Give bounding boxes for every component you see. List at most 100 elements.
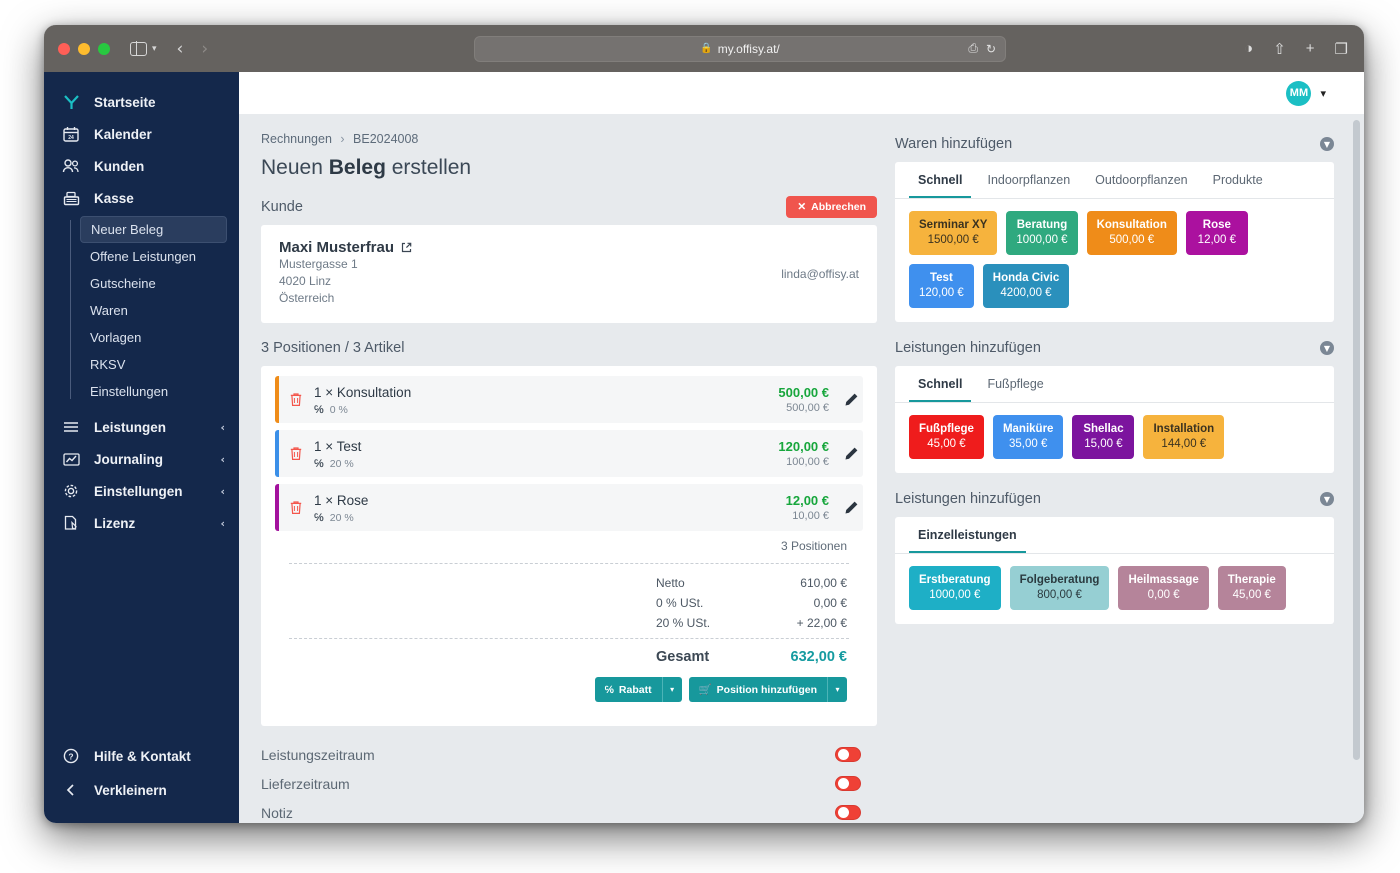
sidebar-subitem-offene-leistungen[interactable]: Offene Leistungen xyxy=(80,243,227,270)
chevron-left-icon[interactable]: ‹ xyxy=(220,421,225,434)
maximize-window-button[interactable] xyxy=(98,43,110,55)
address-bar[interactable]: 🔒 my.offisy.at/ ⎙ ↻ xyxy=(474,36,1006,62)
tab-overview-icon[interactable]: ❐ xyxy=(1335,40,1348,58)
product-tile[interactable]: Honda Civic 4200,00 € xyxy=(983,264,1069,308)
product-tile[interactable]: Test 120,00 € xyxy=(909,264,974,308)
tile-price: 1500,00 € xyxy=(919,233,987,248)
service-tile[interactable]: Erstberatung 1000,00 € xyxy=(909,566,1001,610)
edit-icon[interactable] xyxy=(844,392,859,407)
notiz-toggle[interactable] xyxy=(835,805,861,820)
tab-schnell[interactable]: Schnell xyxy=(909,366,971,402)
product-tile[interactable]: Konsultation 500,00 € xyxy=(1087,211,1177,255)
external-link-icon[interactable] xyxy=(401,242,412,253)
forward-button[interactable]: › xyxy=(201,39,208,59)
tile-price: 35,00 € xyxy=(1003,437,1054,452)
close-window-button[interactable] xyxy=(58,43,70,55)
sidebar-toggle-icon[interactable]: ▾ xyxy=(130,42,157,56)
product-tile[interactable]: Serminar XY 1500,00 € xyxy=(909,211,997,255)
table-row[interactable]: 1 × Rose ℅ 20 % 12,00 € 10,00 € xyxy=(275,484,863,531)
sidebar-subitem-waren[interactable]: Waren xyxy=(80,297,227,324)
add-position-button[interactable]: 🛒 Position hinzufügen xyxy=(689,677,827,702)
minimize-window-button[interactable] xyxy=(78,43,90,55)
product-tile[interactable]: Beratung 1000,00 € xyxy=(1006,211,1077,255)
sidebar-item-verkleinern[interactable]: Verkleinern xyxy=(44,773,239,807)
sidebar-item-hilfe-kontakt[interactable]: ? Hilfe & Kontakt xyxy=(44,739,239,773)
reload-icon[interactable]: ↻ xyxy=(986,42,996,56)
sidebar-item-leistungen[interactable]: Leistungen ‹ xyxy=(44,411,239,443)
service-tile[interactable]: Installation 144,00 € xyxy=(1143,415,1224,459)
sidebar-item-journaling[interactable]: Journaling ‹ xyxy=(44,443,239,475)
share-icon[interactable]: ⇧ xyxy=(1273,40,1286,58)
service-tile[interactable]: Fußpflege 45,00 € xyxy=(909,415,984,459)
window-controls[interactable] xyxy=(58,43,110,55)
tab-einzelleistungen[interactable]: Einzelleistungen xyxy=(909,517,1026,553)
toggle-row-leistungszeitraum[interactable]: Leistungszeitraum xyxy=(261,740,877,769)
chevron-down-icon[interactable]: ▾ xyxy=(152,43,157,54)
sidebar-subitem-neuer-beleg[interactable]: Neuer Beleg xyxy=(80,216,227,243)
tab-outdoorpflanzen[interactable]: Outdoorpflanzen xyxy=(1086,162,1196,198)
breadcrumb-root[interactable]: Rechnungen xyxy=(261,132,332,146)
cancel-button[interactable]: ✕ Abbrechen xyxy=(786,196,877,218)
chevron-down-circle-icon[interactable]: ▼ xyxy=(1320,492,1334,506)
scrollbar[interactable] xyxy=(1353,120,1360,813)
leistungen-tabs-2[interactable]: Einzelleistungen xyxy=(895,517,1334,554)
tab-schnell[interactable]: Schnell xyxy=(909,162,971,198)
avatar[interactable]: MM xyxy=(1286,81,1311,106)
service-tile[interactable]: Maniküre 35,00 € xyxy=(993,415,1064,459)
discount-button-group[interactable]: ℅ Rabatt ▾ xyxy=(595,677,682,702)
translate-icon[interactable]: ⎙ xyxy=(968,41,978,56)
service-tile[interactable]: Folgeberatung 800,00 € xyxy=(1010,566,1110,610)
delete-icon[interactable] xyxy=(289,392,303,407)
chevron-down-circle-icon[interactable]: ▼ xyxy=(1320,341,1334,355)
chevron-left-icon[interactable]: ‹ xyxy=(220,517,225,530)
sidebar-item-kalender[interactable]: 24 Kalender xyxy=(44,118,239,150)
delete-icon[interactable] xyxy=(289,446,303,461)
chrome-actions[interactable]: ◑ ⇧ + ❐ xyxy=(1244,40,1348,58)
sidebar-subitem-gutscheine[interactable]: Gutscheine xyxy=(80,270,227,297)
tab-fusspflege[interactable]: Fußpflege xyxy=(978,366,1052,402)
chevron-down-circle-icon[interactable]: ▼ xyxy=(1320,137,1334,151)
edit-icon[interactable] xyxy=(844,446,859,461)
address-bar-actions[interactable]: ⎙ ↻ xyxy=(968,41,996,56)
sidebar-item-einstellungen[interactable]: Einstellungen ‹ xyxy=(44,475,239,507)
sidebar-item-lizenz[interactable]: Lizenz ‹ xyxy=(44,507,239,539)
service-tile[interactable]: Therapie 45,00 € xyxy=(1218,566,1286,610)
waren-tabs[interactable]: Schnell Indoorpflanzen Outdoorpflanzen P… xyxy=(895,162,1334,199)
add-position-dropdown-toggle[interactable]: ▾ xyxy=(827,677,847,702)
leistungszeitraum-toggle[interactable] xyxy=(835,747,861,762)
edit-icon[interactable] xyxy=(844,500,859,515)
chevron-left-icon[interactable]: ‹ xyxy=(220,485,225,498)
sidebar-item-kasse[interactable]: Kasse ⱟ xyxy=(44,182,239,214)
sidebar-subitem-rksv[interactable]: RKSV xyxy=(80,351,227,378)
sidebar-item-label: Startseite xyxy=(94,95,225,110)
chevron-down-icon[interactable]: ▾ xyxy=(1320,87,1326,100)
sidebar-item-kunden[interactable]: Kunden xyxy=(44,150,239,182)
waren-panel-header: Waren hinzufügen ▼ xyxy=(895,132,1334,156)
chevron-left-icon[interactable]: ‹ xyxy=(220,453,225,466)
back-button[interactable]: ‹ xyxy=(177,39,184,59)
add-position-button-group[interactable]: 🛒 Position hinzufügen ▾ xyxy=(689,677,847,702)
discount-button[interactable]: ℅ Rabatt xyxy=(595,677,662,702)
delete-icon[interactable] xyxy=(289,500,303,515)
product-tile[interactable]: Rose 12,00 € xyxy=(1186,211,1248,255)
toggle-row-lieferzeitraum[interactable]: Lieferzeitraum xyxy=(261,769,877,798)
download-icon[interactable]: ◑ xyxy=(1244,40,1253,57)
nav-arrows[interactable]: ‹ › xyxy=(177,39,209,59)
leistungen-tabs-1[interactable]: Schnell Fußpflege xyxy=(895,366,1334,403)
plus-icon[interactable]: + xyxy=(1306,40,1315,57)
lieferzeitraum-toggle[interactable] xyxy=(835,776,861,791)
table-row[interactable]: 1 × Konsultation ℅ 0 % 500,00 € 500,00 € xyxy=(275,376,863,423)
total-label: Netto xyxy=(656,576,761,590)
sidebar-subitem-vorlagen[interactable]: Vorlagen xyxy=(80,324,227,351)
discount-dropdown-toggle[interactable]: ▾ xyxy=(662,677,682,702)
service-tile[interactable]: Shellac 15,00 € xyxy=(1072,415,1134,459)
sidebar-item-startseite[interactable]: Startseite xyxy=(44,86,239,118)
service-tile[interactable]: Heilmassage 0,00 € xyxy=(1118,566,1208,610)
scrollbar-thumb[interactable] xyxy=(1353,120,1360,760)
sidebar-subitem-einstellungen[interactable]: Einstellungen xyxy=(80,378,227,405)
toggle-row-notiz[interactable]: Notiz xyxy=(261,798,877,823)
tab-produkte[interactable]: Produkte xyxy=(1204,162,1272,198)
sidebar-subitem-label: Neuer Beleg xyxy=(91,222,163,237)
table-row[interactable]: 1 × Test ℅ 20 % 120,00 € 100,00 € xyxy=(275,430,863,477)
tab-indoorpflanzen[interactable]: Indoorpflanzen xyxy=(978,162,1079,198)
